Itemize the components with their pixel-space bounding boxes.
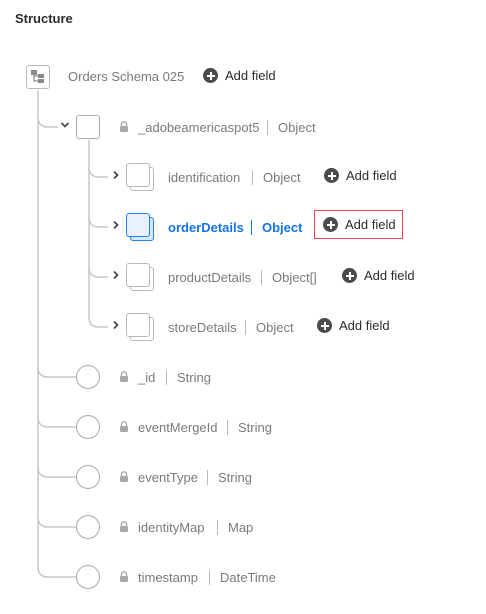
add-field-button-orderdetails[interactable]: Add field	[314, 210, 403, 239]
lock-icon	[120, 471, 128, 482]
lock-icon	[120, 421, 128, 432]
field-type: Object	[256, 320, 294, 335]
object-node-icon-selected[interactable]	[126, 213, 156, 243]
separator	[209, 570, 210, 585]
add-field-label: Add field	[345, 217, 396, 232]
field-type: Object	[262, 220, 303, 235]
object-node-icon[interactable]	[126, 163, 156, 193]
tenant-field-type: Object	[278, 120, 316, 135]
field-type: Object[]	[272, 270, 317, 285]
lock-icon	[120, 571, 128, 582]
field-name-eventtype[interactable]: eventType	[138, 470, 198, 485]
chevron-down-icon[interactable]	[60, 120, 70, 133]
separator	[217, 520, 218, 535]
separator	[251, 220, 252, 235]
separator	[245, 320, 246, 335]
object-node-icon[interactable]	[126, 313, 156, 343]
field-name-eventmergeid[interactable]: eventMergeId	[138, 420, 218, 435]
separator	[252, 170, 253, 185]
lock-icon	[120, 371, 128, 382]
field-name-orderdetails[interactable]: orderDetails	[168, 220, 244, 235]
field-name-storedetails[interactable]: storeDetails	[168, 320, 237, 335]
field-type: Map	[228, 520, 254, 535]
schema-root-icon	[26, 65, 50, 89]
separator	[166, 370, 167, 385]
field-type: String	[218, 470, 252, 485]
separator	[227, 420, 228, 435]
object-node-icon[interactable]	[126, 263, 156, 293]
add-field-button-productdetails[interactable]: Add field	[342, 268, 415, 283]
add-field-label: Add field	[225, 68, 276, 83]
tenant-field-name[interactable]: _adobeamericaspot5	[138, 120, 259, 135]
separator	[267, 120, 268, 135]
add-field-label: Add field	[339, 318, 390, 333]
lock-icon	[120, 521, 128, 532]
field-type: Object	[263, 170, 301, 185]
chevron-right-icon[interactable]	[111, 170, 121, 183]
chevron-right-icon[interactable]	[111, 320, 121, 333]
separator	[261, 270, 262, 285]
field-name-timestamp[interactable]: timestamp	[138, 570, 198, 585]
add-field-label: Add field	[346, 168, 397, 183]
field-node-icon[interactable]	[76, 565, 100, 589]
add-field-button-identification[interactable]: Add field	[324, 168, 397, 183]
field-type: DateTime	[220, 570, 276, 585]
add-circle-icon	[203, 68, 218, 83]
field-type: String	[238, 420, 272, 435]
field-node-icon[interactable]	[76, 465, 100, 489]
chevron-right-icon[interactable]	[111, 220, 121, 233]
add-circle-icon	[317, 318, 332, 333]
separator	[207, 470, 208, 485]
add-circle-icon	[324, 168, 339, 183]
field-node-icon[interactable]	[76, 365, 100, 389]
field-node-icon[interactable]	[76, 515, 100, 539]
add-circle-icon	[342, 268, 357, 283]
field-type: String	[177, 370, 211, 385]
object-node-icon[interactable]	[76, 115, 100, 139]
field-name-identification[interactable]: identification	[168, 170, 240, 185]
lock-icon	[120, 121, 128, 132]
chevron-right-icon[interactable]	[111, 270, 121, 283]
add-circle-icon	[323, 217, 338, 232]
add-field-button-storedetails[interactable]: Add field	[317, 318, 390, 333]
schema-name[interactable]: Orders Schema 025	[68, 69, 184, 84]
field-name-identitymap[interactable]: identityMap	[138, 520, 204, 535]
field-name-productdetails[interactable]: productDetails	[168, 270, 251, 285]
field-name-id[interactable]: _id	[138, 370, 155, 385]
add-field-label: Add field	[364, 268, 415, 283]
field-node-icon[interactable]	[76, 415, 100, 439]
root-add-field-button[interactable]: Add field	[203, 68, 276, 83]
